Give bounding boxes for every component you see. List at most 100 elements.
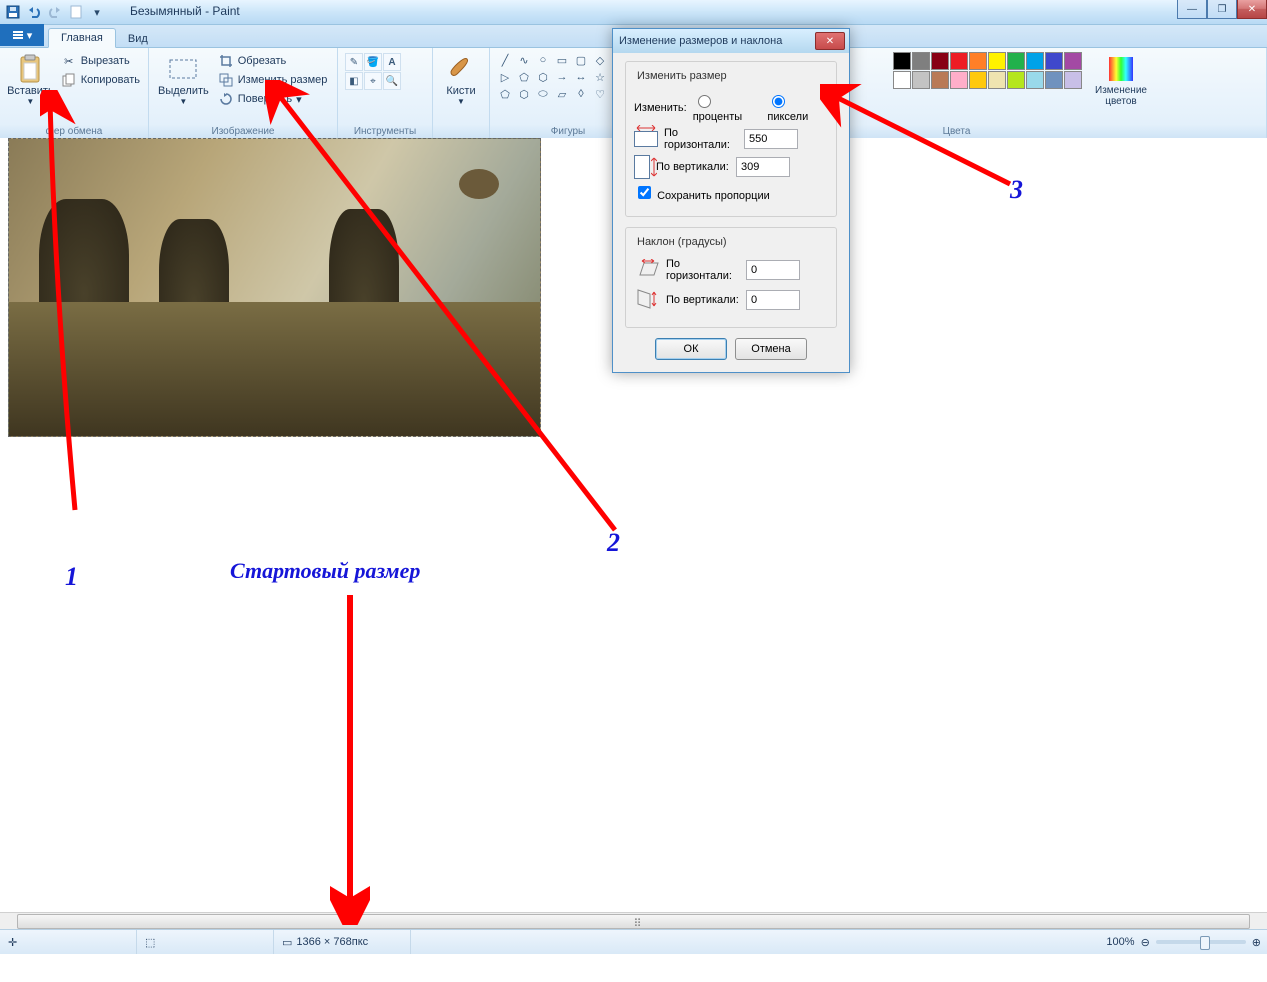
color-swatch[interactable] <box>969 71 987 89</box>
color-swatch[interactable] <box>1026 71 1044 89</box>
canvas-size-icon: ▭ <box>282 936 292 949</box>
zoom-slider[interactable] <box>1156 940 1246 944</box>
skew-v-input[interactable] <box>746 290 800 310</box>
color-swatch[interactable] <box>1007 52 1025 70</box>
color-swatch[interactable] <box>950 52 968 70</box>
vertical-label: По вертикали: <box>656 161 730 173</box>
color-swatch[interactable] <box>1026 52 1044 70</box>
minimize-button[interactable]: — <box>1177 0 1207 19</box>
cancel-button[interactable]: Отмена <box>735 338 807 360</box>
color-swatch[interactable] <box>912 71 930 89</box>
color-swatch[interactable] <box>912 52 930 70</box>
group-label: фер обмена <box>0 126 148 137</box>
close-button[interactable]: ✕ <box>1237 0 1267 19</box>
skew-fieldset: Наклон (градусы) По горизонтали: По верт… <box>625 227 837 328</box>
pencil-tool[interactable]: ✎ <box>345 53 363 71</box>
color-swatch[interactable] <box>1064 52 1082 70</box>
canvas-size-cell: ▭ 1366 × 768пкс <box>274 930 411 954</box>
vertical-input[interactable] <box>736 157 790 177</box>
by-label: Изменить: <box>634 102 687 114</box>
spectrum-icon <box>1105 53 1137 85</box>
group-brushes: Кисти▼ <box>433 48 490 138</box>
text-tool[interactable]: A <box>383 53 401 71</box>
horizontal-label: По горизонтали: <box>664 127 738 151</box>
crop-button[interactable]: Обрезать <box>214 52 332 70</box>
horizontal-scrollbar[interactable]: ⠿ <box>0 912 1267 930</box>
skew-v-label: По вертикали: <box>666 294 740 306</box>
clipboard-icon <box>14 53 46 85</box>
select-label: Выделить <box>158 85 209 97</box>
cursor-pos-cell: ✛ <box>0 930 137 954</box>
color-swatch[interactable] <box>893 52 911 70</box>
quick-access-toolbar: ▾ <box>0 2 110 22</box>
rotate-button[interactable]: Повернуть ▾ <box>214 90 332 108</box>
skew-h-label: По горизонтали: <box>666 258 740 282</box>
pixels-radio[interactable]: пиксели <box>767 92 828 123</box>
keep-ratio-checkbox[interactable]: Сохранить пропорции <box>634 183 770 202</box>
ok-button[interactable]: ОК <box>655 338 727 360</box>
zoom-control: 100% ⊖ ⊕ <box>1106 936 1261 949</box>
brushes-button[interactable]: Кисти▼ <box>437 50 485 109</box>
zoom-in-button[interactable]: ⊕ <box>1252 936 1261 949</box>
tool-grid: ✎ 🪣 A ◧ ⌖ 🔍 <box>342 50 428 93</box>
percent-radio[interactable]: проценты <box>693 92 762 123</box>
undo-icon[interactable] <box>25 3 43 21</box>
dialog-titlebar[interactable]: Изменение размеров и наклона ✕ <box>613 29 849 53</box>
redo-icon[interactable] <box>46 3 64 21</box>
copy-icon <box>61 72 77 88</box>
maximize-button[interactable]: ❐ <box>1207 0 1237 19</box>
brush-icon <box>445 53 477 85</box>
color-swatch[interactable] <box>1045 71 1063 89</box>
fill-tool[interactable]: 🪣 <box>364 53 382 71</box>
crosshair-icon: ✛ <box>8 936 17 949</box>
zoom-out-button[interactable]: ⊖ <box>1141 936 1150 949</box>
group-tools: ✎ 🪣 A ◧ ⌖ 🔍 Инструменты <box>338 48 433 138</box>
eraser-tool[interactable]: ◧ <box>345 72 363 90</box>
color-swatch[interactable] <box>1064 71 1082 89</box>
statusbar: ✛ ⬚ ▭ 1366 × 768пкс 100% ⊖ ⊕ <box>0 929 1267 954</box>
selection-size-cell: ⬚ <box>137 930 274 954</box>
dialog-close-button[interactable]: ✕ <box>815 32 845 50</box>
color-swatch[interactable] <box>931 71 949 89</box>
color-swatch[interactable] <box>893 71 911 89</box>
color-palette[interactable] <box>891 50 1084 91</box>
horizontal-resize-icon <box>634 131 658 147</box>
group-label: Изображение <box>149 126 337 137</box>
group-clipboard: Вставить ▼ ✂Вырезать Копировать фер обме… <box>0 48 149 138</box>
window-controls: — ❐ ✕ <box>1177 0 1267 19</box>
titlebar: ▾ Безымянный - Paint — ❐ ✕ <box>0 0 1267 25</box>
zoom-tool[interactable]: 🔍 <box>383 72 401 90</box>
crop-icon <box>218 53 234 69</box>
color-swatch[interactable] <box>988 52 1006 70</box>
resize-skew-dialog: Изменение размеров и наклона ✕ Изменить … <box>612 28 850 373</box>
pasted-image[interactable] <box>8 138 541 437</box>
cut-button[interactable]: ✂Вырезать <box>57 52 144 70</box>
color-swatch[interactable] <box>1007 71 1025 89</box>
save-icon[interactable] <box>4 3 22 21</box>
resize-button[interactable]: Изменить размер <box>214 71 332 89</box>
skew-h-input[interactable] <box>746 260 800 280</box>
canvas-size-text: 1366 × 768пкс <box>296 936 368 948</box>
chevron-down-icon: ▼ <box>26 97 34 106</box>
selection-icon: ⬚ <box>145 936 155 949</box>
select-icon <box>167 53 199 85</box>
tab-view[interactable]: Вид <box>116 30 160 48</box>
copy-button[interactable]: Копировать <box>57 71 144 89</box>
new-icon[interactable] <box>67 3 85 21</box>
file-menu-button[interactable]: ▾ <box>0 24 44 46</box>
chevron-down-icon: ▼ <box>179 97 187 106</box>
zoom-value: 100% <box>1106 936 1134 948</box>
qat-dropdown-icon[interactable]: ▾ <box>88 3 106 21</box>
horizontal-input[interactable] <box>744 129 798 149</box>
tab-home[interactable]: Главная <box>48 28 116 48</box>
color-swatch[interactable] <box>950 71 968 89</box>
picker-tool[interactable]: ⌖ <box>364 72 382 90</box>
vertical-resize-icon <box>634 155 650 179</box>
color-swatch[interactable] <box>1045 52 1063 70</box>
paste-button[interactable]: Вставить ▼ <box>4 50 57 138</box>
edit-colors-button[interactable]: Изменение цветов <box>1090 50 1152 110</box>
color-swatch[interactable] <box>931 52 949 70</box>
select-button[interactable]: Выделить ▼ <box>153 50 214 138</box>
color-swatch[interactable] <box>988 71 1006 89</box>
color-swatch[interactable] <box>969 52 987 70</box>
